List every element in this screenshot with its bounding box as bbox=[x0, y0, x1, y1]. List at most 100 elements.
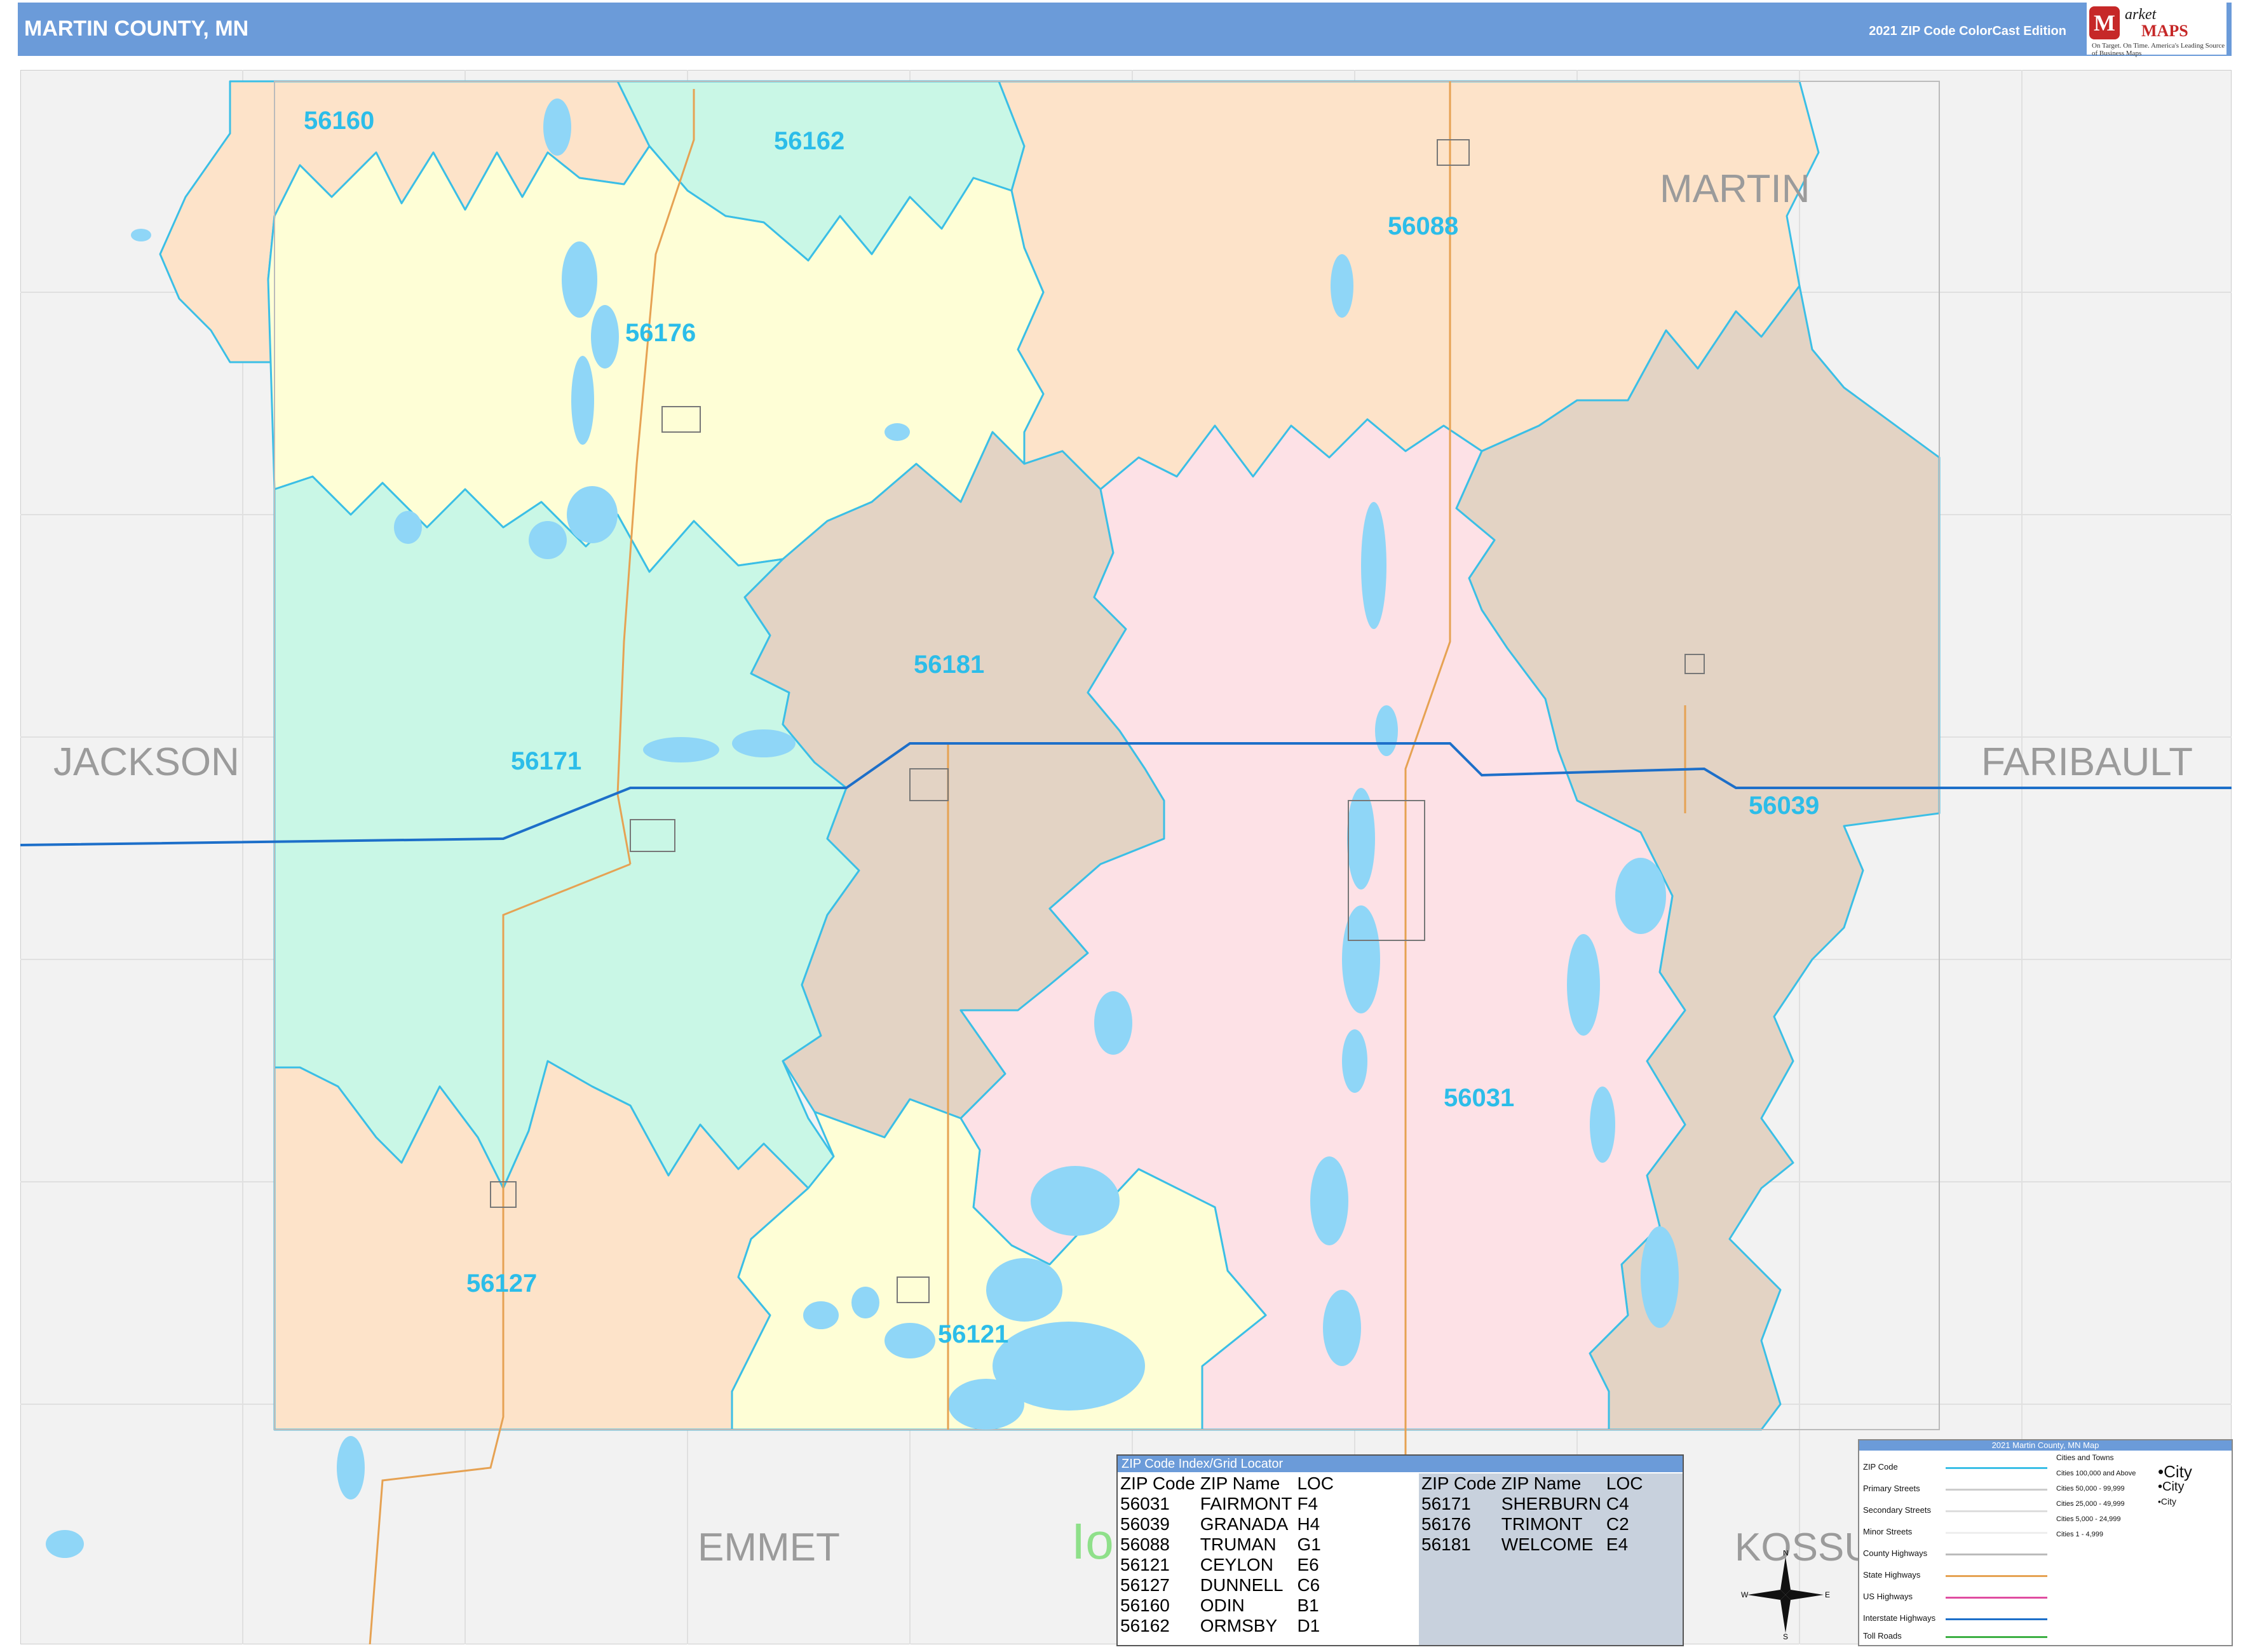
header-loc: LOC bbox=[1297, 1473, 1334, 1493]
zip-index-header-row: ZIP Code ZIP Name LOC bbox=[1118, 1473, 1336, 1494]
compass-e: E bbox=[1825, 1590, 1830, 1599]
cell-zip: 56162 bbox=[1120, 1616, 1170, 1635]
cell-zip: 56176 bbox=[1421, 1514, 1471, 1534]
cell-loc: C6 bbox=[1297, 1575, 1320, 1595]
city-sample-big: •City bbox=[2158, 1462, 2192, 1481]
cities-header: Cities and Towns bbox=[2056, 1453, 2114, 1462]
logo-tagline: On Target. On Time. America's Leading So… bbox=[2092, 42, 2225, 57]
cell-name: DUNNELL bbox=[1200, 1575, 1284, 1595]
logo-m-icon: M bbox=[2089, 6, 2120, 39]
legend-swatch-toll bbox=[1946, 1636, 2047, 1638]
market-maps-logo: M arket MAPS On Target. On Time. America… bbox=[2087, 3, 2226, 57]
city-tier-2: Cities 50,000 - 99,999 bbox=[2056, 1485, 2125, 1493]
county-label-emmet: EMMET bbox=[698, 1526, 840, 1569]
table-row: 56162 ORMSBY D1 bbox=[1118, 1616, 1336, 1636]
cell-name: ORMSBY bbox=[1200, 1616, 1278, 1635]
map-title: MARTIN COUNTY, MN bbox=[24, 17, 249, 41]
map-canvas[interactable] bbox=[20, 70, 2232, 1644]
header-zip-name: ZIP Name bbox=[1200, 1473, 1280, 1493]
zip-label-56176: 56176 bbox=[625, 319, 696, 347]
zip-label-56181: 56181 bbox=[914, 651, 985, 679]
cell-name: GRANADA bbox=[1200, 1514, 1289, 1534]
cell-loc: F4 bbox=[1297, 1494, 1318, 1513]
legend-item-state: State Highways bbox=[1863, 1570, 1921, 1580]
zip-label-56039: 56039 bbox=[1749, 792, 1820, 820]
map-legend: 2021 Martin County, MN Map ZIP Code Prim… bbox=[1858, 1439, 2233, 1646]
county-label-faribault: FARIBAULT bbox=[1981, 740, 2193, 784]
cell-loc: E4 bbox=[1606, 1534, 1629, 1554]
compass-n: N bbox=[1783, 1550, 1789, 1557]
zip-label-56088: 56088 bbox=[1388, 212, 1459, 240]
legend-item-interstate: Interstate Highways bbox=[1863, 1613, 1936, 1623]
cell-loc: E6 bbox=[1297, 1555, 1319, 1574]
table-row: 56088 TRUMAN G1 bbox=[1118, 1534, 1336, 1555]
cell-zip: 56160 bbox=[1120, 1595, 1170, 1615]
zip-label-56162: 56162 bbox=[774, 127, 845, 155]
table-row: 56121 CEYLON E6 bbox=[1118, 1555, 1336, 1575]
compass-rose-icon: N S W E bbox=[1741, 1548, 1830, 1641]
zip-index-left: ZIP Code ZIP Name LOC 56031 FAIRMONT F4 56… bbox=[1118, 1473, 1416, 1636]
cell-zip: 56127 bbox=[1120, 1575, 1170, 1595]
logo-word-maps: MAPS bbox=[2141, 22, 2188, 40]
cell-zip: 56031 bbox=[1120, 1494, 1170, 1513]
city-tier-1: Cities 100,000 and Above bbox=[2056, 1470, 2136, 1477]
compass-w: W bbox=[1741, 1590, 1749, 1599]
table-row: 56181 WELCOME E4 bbox=[1419, 1534, 1646, 1555]
legend-item-primary: Primary Streets bbox=[1863, 1484, 1920, 1493]
cell-zip: 56039 bbox=[1120, 1514, 1170, 1534]
cell-loc: C4 bbox=[1606, 1494, 1629, 1513]
zip-index-table: ZIP Code Index/Grid Locator ZIP Code ZIP… bbox=[1116, 1454, 1684, 1646]
compass-s: S bbox=[1783, 1632, 1788, 1639]
city-sample-small: •City bbox=[2158, 1496, 2177, 1506]
city-sample-mid: •City bbox=[2158, 1480, 2185, 1494]
table-row: 56127 DUNNELL C6 bbox=[1118, 1575, 1336, 1595]
city-tier-4: Cities 5,000 - 24,999 bbox=[2056, 1515, 2121, 1523]
legend-item-us: US Highways bbox=[1863, 1592, 1913, 1601]
cell-loc: C2 bbox=[1606, 1514, 1629, 1534]
county-label-martin: MARTIN bbox=[1660, 167, 1810, 211]
city-tier-5: Cities 1 - 4,999 bbox=[2056, 1531, 2103, 1538]
zip-label-56160: 56160 bbox=[304, 107, 375, 135]
legend-item-zip: ZIP Code bbox=[1863, 1462, 1898, 1472]
logo-word-market: arket bbox=[2125, 6, 2157, 23]
table-row: 56039 GRANADA H4 bbox=[1118, 1514, 1336, 1534]
zip-index-title: ZIP Code Index/Grid Locator bbox=[1118, 1456, 1683, 1472]
header-loc: LOC bbox=[1606, 1473, 1643, 1493]
cell-name: WELCOME bbox=[1501, 1534, 1594, 1554]
cell-zip: 56171 bbox=[1421, 1494, 1471, 1513]
zip-label-56127: 56127 bbox=[466, 1269, 538, 1297]
legend-swatch-state bbox=[1946, 1575, 2047, 1577]
cell-zip: 56121 bbox=[1120, 1555, 1170, 1574]
legend-swatch-primary bbox=[1946, 1489, 2047, 1491]
legend-swatch-interstate bbox=[1946, 1618, 2047, 1620]
legend-swatch-zip bbox=[1946, 1467, 2047, 1469]
legend-swatch-minor bbox=[1946, 1532, 2047, 1534]
legend-item-minor: Minor Streets bbox=[1863, 1527, 1913, 1536]
cell-name: TRIMONT bbox=[1501, 1514, 1583, 1534]
cell-name: CEYLON bbox=[1200, 1555, 1273, 1574]
city-tier-3: Cities 25,000 - 49,999 bbox=[2056, 1500, 2125, 1508]
header-zip-code: ZIP Code bbox=[1120, 1473, 1195, 1493]
zip-label-56121: 56121 bbox=[938, 1320, 1009, 1348]
cell-loc: D1 bbox=[1297, 1616, 1320, 1635]
header-zip-code: ZIP Code bbox=[1421, 1473, 1496, 1493]
table-row: 56171 SHERBURN C4 bbox=[1419, 1494, 1646, 1514]
legend-swatch-secondary bbox=[1946, 1510, 2047, 1512]
map-svg[interactable] bbox=[20, 70, 2232, 1644]
cell-loc: H4 bbox=[1297, 1514, 1320, 1534]
edition-label: 2021 ZIP Code ColorCast Edition bbox=[1869, 24, 2066, 38]
map-header: MARTIN COUNTY, MN 2021 ZIP Code ColorCas… bbox=[18, 3, 2232, 57]
cell-name: SHERBURN bbox=[1501, 1494, 1601, 1513]
table-row: 56031 FAIRMONT F4 bbox=[1118, 1494, 1336, 1514]
zip-label-56171: 56171 bbox=[511, 747, 582, 775]
zip-index-header-row: ZIP Code ZIP Name LOC bbox=[1419, 1473, 1646, 1494]
cell-zip: 56181 bbox=[1421, 1534, 1471, 1554]
legend-title: 2021 Martin County, MN Map bbox=[1859, 1440, 2232, 1451]
header-zip-name: ZIP Name bbox=[1501, 1473, 1582, 1493]
table-row: 56160 ODIN B1 bbox=[1118, 1595, 1336, 1616]
cell-loc: G1 bbox=[1297, 1534, 1321, 1554]
legend-item-toll: Toll Roads bbox=[1863, 1631, 1902, 1641]
state-label-iowa: Io bbox=[1071, 1513, 1114, 1569]
cell-name: ODIN bbox=[1200, 1595, 1245, 1615]
legend-swatch-us bbox=[1946, 1597, 2047, 1599]
